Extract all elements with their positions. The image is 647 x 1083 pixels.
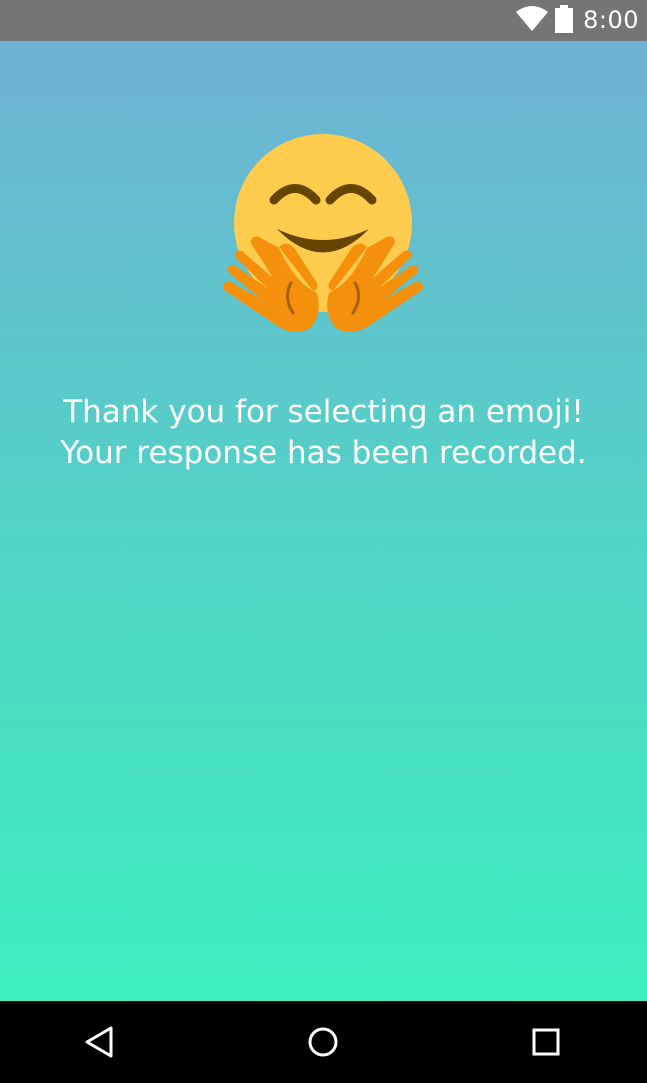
hugging-face-icon bbox=[223, 134, 423, 332]
navigation-bar bbox=[0, 1001, 647, 1083]
recents-button[interactable] bbox=[522, 1018, 570, 1066]
battery-icon bbox=[555, 4, 583, 37]
recents-icon bbox=[532, 1028, 560, 1056]
message-line-2: Your response has been recorded. bbox=[60, 435, 587, 471]
confirmation-message: Thank you for selecting an emoji! Your r… bbox=[0, 392, 647, 474]
message-line-1: Thank you for selecting an emoji! bbox=[63, 394, 584, 430]
home-button[interactable] bbox=[299, 1018, 347, 1066]
clock: 8:00 bbox=[583, 6, 639, 34]
home-icon bbox=[308, 1027, 338, 1057]
back-icon bbox=[85, 1026, 113, 1058]
status-bar: 8:00 bbox=[0, 0, 647, 41]
wifi-icon bbox=[515, 5, 555, 36]
back-button[interactable] bbox=[75, 1018, 123, 1066]
main-content: Thank you for selecting an emoji! Your r… bbox=[0, 41, 647, 1001]
status-icons: 8:00 bbox=[515, 0, 639, 41]
